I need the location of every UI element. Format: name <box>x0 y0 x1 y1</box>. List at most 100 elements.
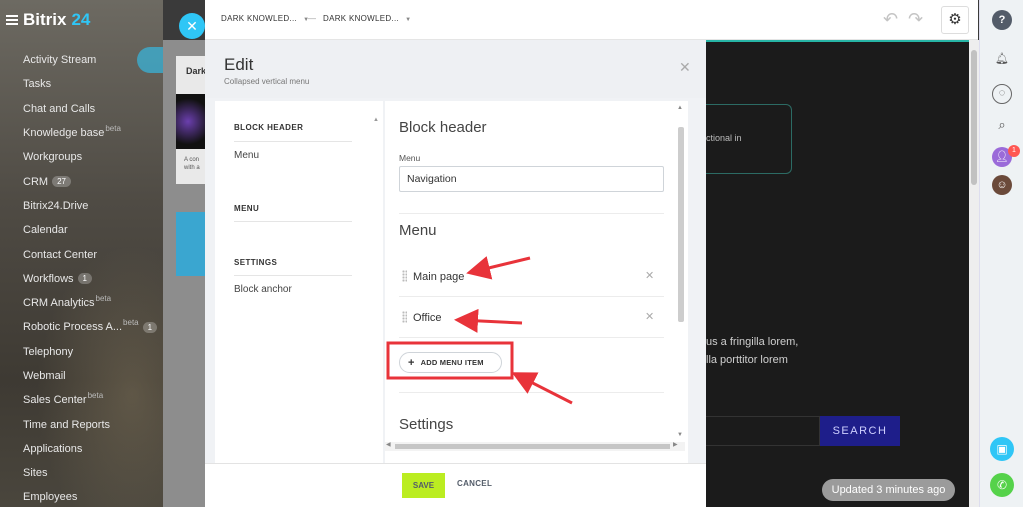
menu-field-label: Menu <box>399 153 421 163</box>
drag-handle-icon[interactable] <box>402 311 407 323</box>
sidebar-item-label: Sales Center <box>23 394 87 407</box>
form-scrollbar-thumb[interactable] <box>678 127 684 322</box>
sidebar-item[interactable]: Workflows 1 <box>23 267 157 291</box>
sidebar-item[interactable]: Employees <box>23 485 157 507</box>
nav-item-block-anchor[interactable]: Block anchor <box>234 284 292 295</box>
sidebar-item[interactable]: Robotic Process A... beta 1 <box>23 315 158 339</box>
sidebar-item-label: Applications <box>23 442 83 455</box>
menu-icon[interactable] <box>6 15 18 25</box>
sidebar-item[interactable]: Tasks <box>23 72 157 96</box>
breadcrumb-page[interactable]: DARK KNOWLED... ▼ <box>323 14 411 23</box>
chevron-down-icon: ▼ <box>405 17 412 23</box>
preview-search-button[interactable]: SEARCH <box>820 416 900 446</box>
breadcrumb-site[interactable]: DARK KNOWLED... ▼ <box>221 14 309 23</box>
background-card-image <box>176 94 206 149</box>
modal-subtitle: Collapsed vertical menu <box>224 77 310 86</box>
screen-share-icon[interactable]: ▣ <box>990 437 1014 461</box>
form-horizontal-scrollbar-thumb[interactable] <box>395 444 670 449</box>
brand-logo[interactable]: Bitrix 24 <box>6 10 90 30</box>
sidebar-item[interactable]: Knowledge base beta <box>23 121 157 145</box>
remove-icon[interactable]: ✕ <box>645 310 654 323</box>
chevron-right-icon[interactable]: ▶ <box>673 441 678 448</box>
background-card-text-2: with a <box>184 165 200 171</box>
sidebar-item[interactable]: CRM 27 <box>23 169 157 193</box>
sidebar-item-label: Chat and Calls <box>23 102 96 115</box>
sidebar-item[interactable]: Sales Center beta <box>23 388 157 412</box>
sidebar-item[interactable]: Webmail <box>23 364 157 388</box>
preview-box-text: ctional in <box>706 133 742 143</box>
brand-number: 24 <box>71 10 91 29</box>
counter-badge: 1 <box>142 321 158 333</box>
sidebar-item-label: CRM Analytics <box>23 297 95 310</box>
nav-heading-block-header: BLOCK HEADER <box>234 123 304 132</box>
sidebar-item-label: Time and Reports <box>23 418 111 431</box>
chevron-down-icon[interactable]: ▼ <box>677 432 683 438</box>
sidebar-item[interactable]: CRM Analytics beta <box>23 291 157 315</box>
redo-icon[interactable]: ↷ <box>908 9 923 30</box>
add-menu-item-button[interactable]: + ADD MENU ITEM <box>399 352 502 373</box>
sidebar-item-label: Workflows <box>23 272 74 285</box>
form-scrollbar[interactable]: ▲ ▼ <box>676 103 686 443</box>
drag-handle-icon[interactable] <box>402 270 407 282</box>
form-horizontal-scrollbar[interactable]: ◀ ▶ <box>385 442 685 451</box>
sidebar-item-label: Robotic Process A... <box>23 321 123 334</box>
search-icon[interactable]: ⌕ <box>992 115 1012 135</box>
sidebar-item[interactable]: Applications <box>23 437 157 461</box>
brand-name: Bitrix <box>23 10 67 29</box>
divider <box>234 141 352 142</box>
breadcrumb-separator: — <box>308 14 317 23</box>
sidebar-item-label: CRM <box>23 175 49 188</box>
menu-item-label[interactable]: Office <box>413 312 442 324</box>
modal-header: Edit Collapsed vertical menu ✕ <box>205 40 706 98</box>
sidebar-item-label: Employees <box>23 491 78 504</box>
help-icon[interactable]: ? <box>992 10 1012 30</box>
preview-text-line-1: us a fringilla lorem, <box>706 336 799 348</box>
chevron-left-icon[interactable]: ◀ <box>386 441 391 448</box>
breadcrumb-page-label: DARK KNOWLED... <box>323 14 400 23</box>
bell-icon[interactable]: 🔔︎ <box>992 49 1012 69</box>
sidebar-item[interactable]: Workgroups <box>23 145 157 169</box>
background-blue-block <box>176 212 206 276</box>
undo-icon[interactable]: ↶ <box>883 9 898 30</box>
gear-icon: ⚙ <box>948 11 962 28</box>
page-scrollbar[interactable] <box>969 40 979 507</box>
notification-badge: 1 <box>1008 145 1020 157</box>
phone-icon[interactable]: ✆ <box>990 473 1014 497</box>
close-slider-button[interactable]: ✕ <box>179 13 205 39</box>
preview-box: ctional in <box>706 104 792 174</box>
avatar[interactable]: ☺ <box>992 175 1012 195</box>
page-scrollbar-thumb[interactable] <box>971 50 977 185</box>
preview-search-input[interactable] <box>706 416 820 446</box>
sidebar-item[interactable]: Contact Center <box>23 242 157 266</box>
sidebar-item[interactable]: Calendar <box>23 218 157 242</box>
settings-button[interactable]: ⚙ <box>941 6 969 34</box>
sidebar-item[interactable]: Time and Reports <box>23 412 157 436</box>
modal-title: Edit <box>224 55 254 74</box>
nav-heading-settings: SETTINGS <box>234 258 278 267</box>
preview-text-line-2: lla porttitor lorem <box>706 354 788 366</box>
sidebar-item[interactable]: Bitrix24.Drive <box>23 194 157 218</box>
close-icon[interactable]: ✕ <box>679 59 691 76</box>
sidebar-item[interactable]: Telephony <box>23 340 157 364</box>
sidebar-item[interactable]: Chat and Calls <box>23 97 157 121</box>
landing-preview: ctional in us a fringilla lorem, lla por… <box>706 40 969 507</box>
remove-icon[interactable]: ✕ <box>645 269 654 282</box>
nav-heading-menu[interactable]: MENU <box>234 204 259 213</box>
divider <box>399 392 664 393</box>
menu-item-label[interactable]: Main page <box>413 271 464 283</box>
sidebar-item-label: Activity Stream <box>23 54 97 67</box>
save-button[interactable]: SAVE <box>402 473 445 498</box>
menu-title-input[interactable] <box>399 166 664 192</box>
modal-footer: SAVE CANCEL <box>205 463 706 507</box>
chevron-up-icon[interactable]: ▲ <box>373 117 379 123</box>
menu-item-row[interactable]: Office ✕ <box>399 307 664 329</box>
sidebar-item-label: Workgroups <box>23 151 83 164</box>
sidebar-item[interactable]: Sites <box>23 461 157 485</box>
cancel-button[interactable]: CANCEL <box>457 479 492 488</box>
sidebar-item-label: Contact Center <box>23 248 97 261</box>
menu-item-row[interactable]: Main page ✕ <box>399 266 664 288</box>
nav-item-menu[interactable]: Menu <box>234 150 259 161</box>
chat-icon[interactable]: ◌ <box>992 84 1012 104</box>
settings-section-title: Settings <box>399 416 454 433</box>
chevron-up-icon[interactable]: ▲ <box>677 105 683 111</box>
